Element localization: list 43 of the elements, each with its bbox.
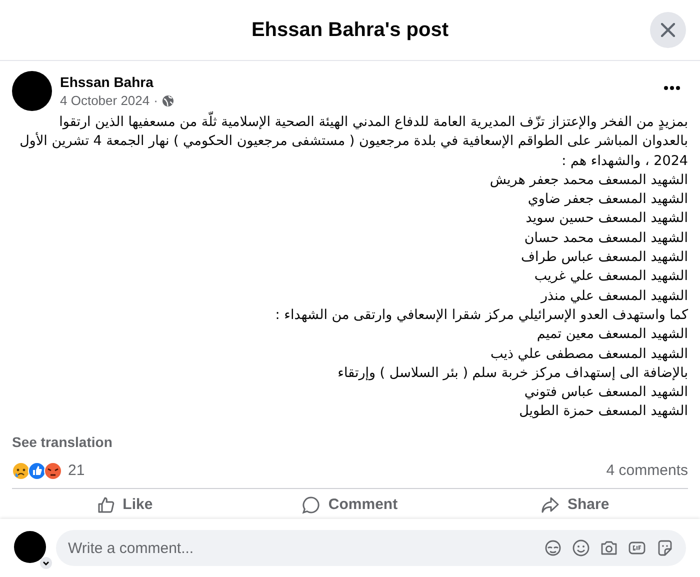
post-date[interactable]: 4 October 2024	[60, 93, 150, 108]
see-translation-link[interactable]: See translation	[12, 434, 688, 450]
post-text: الشهيد المسعف علي غريب	[533, 267, 688, 286]
globe-icon	[162, 94, 174, 106]
post-text: الشهيد المسعف عباس فتوني	[523, 383, 688, 402]
post-text: الشهيد المسعف جعفر ضاوي	[526, 190, 688, 210]
close-button[interactable]	[650, 12, 686, 48]
speech-bubble-icon	[302, 496, 320, 514]
post-text: الشهيد المسعف معين تميم	[536, 325, 688, 344]
more-icon[interactable]	[664, 86, 680, 90]
author-name[interactable]: Ehssan Bahra	[60, 74, 656, 90]
gif-icon[interactable]	[628, 539, 646, 557]
post-text: بمزيدٍ من الفخر والإعتزاز تزّف المديرية العامة للدفاع المدني الهيئة الصحية الإسلامية ثلّة من مسعفيها الذين ارتقوا بالعدوان المباشر على الطواقم الإسعافية في بلدة مرجعيون ( مستشفى مرجعيون الحكومي ) نهار الجمعة 4 تشرين الأول 2024 ، والشهداء هم :	[12, 113, 688, 171]
comments-count[interactable]: 4 comments	[606, 462, 688, 480]
share-arrow-icon	[541, 496, 560, 514]
separator: ·	[154, 93, 158, 108]
comment-field[interactable]: Write a comment...	[56, 530, 686, 566]
comment-button[interactable]: Comment	[237, 492, 463, 518]
avatar[interactable]	[12, 71, 52, 111]
user-avatar[interactable]	[14, 531, 46, 563]
post-text: الشهيد المسعف عباس طراف	[520, 248, 688, 268]
chevron-down-icon[interactable]	[40, 557, 52, 569]
camera-icon[interactable]	[600, 539, 618, 557]
angry-reaction-icon	[44, 462, 62, 480]
post-text: الشهيد المسعف محمد جعفر هريش	[488, 170, 688, 190]
post-text: الشهيد المسعف محمد حسان	[523, 228, 688, 248]
dialog-title: Ehssan Bahra's post	[251, 18, 449, 42]
avatar-sticker-icon[interactable]	[544, 539, 562, 557]
post-text: كما واستهدف العدو الإسرائيلي مركز شقرا الإسعافي وارتقى من الشهداء :	[274, 306, 688, 325]
like-button[interactable]: Like	[12, 492, 238, 518]
sticker-icon[interactable]	[656, 539, 674, 557]
post-text: الشهيد المسعف علي منذر	[540, 286, 688, 306]
post-text: الشهيد المسعف حمزة الطويل	[518, 402, 688, 422]
sad-reaction-icon	[12, 462, 30, 480]
like-reaction-icon	[28, 462, 46, 480]
close-icon	[661, 23, 675, 37]
emoji-icon[interactable]	[572, 539, 590, 557]
share-button[interactable]: Share	[462, 492, 688, 518]
post-text: الشهيد المسعف حسين سويد	[524, 209, 688, 228]
post-text: الشهيد المسعف مصطفى علي ذيب	[489, 344, 688, 364]
thumbs-up-icon	[96, 496, 115, 514]
post-text: بالإضافة الى إستهداف مركز خربة سلم ( بئر السلاسل ) وإرتقاء	[336, 364, 688, 383]
reaction-count[interactable]: 21	[68, 462, 85, 480]
